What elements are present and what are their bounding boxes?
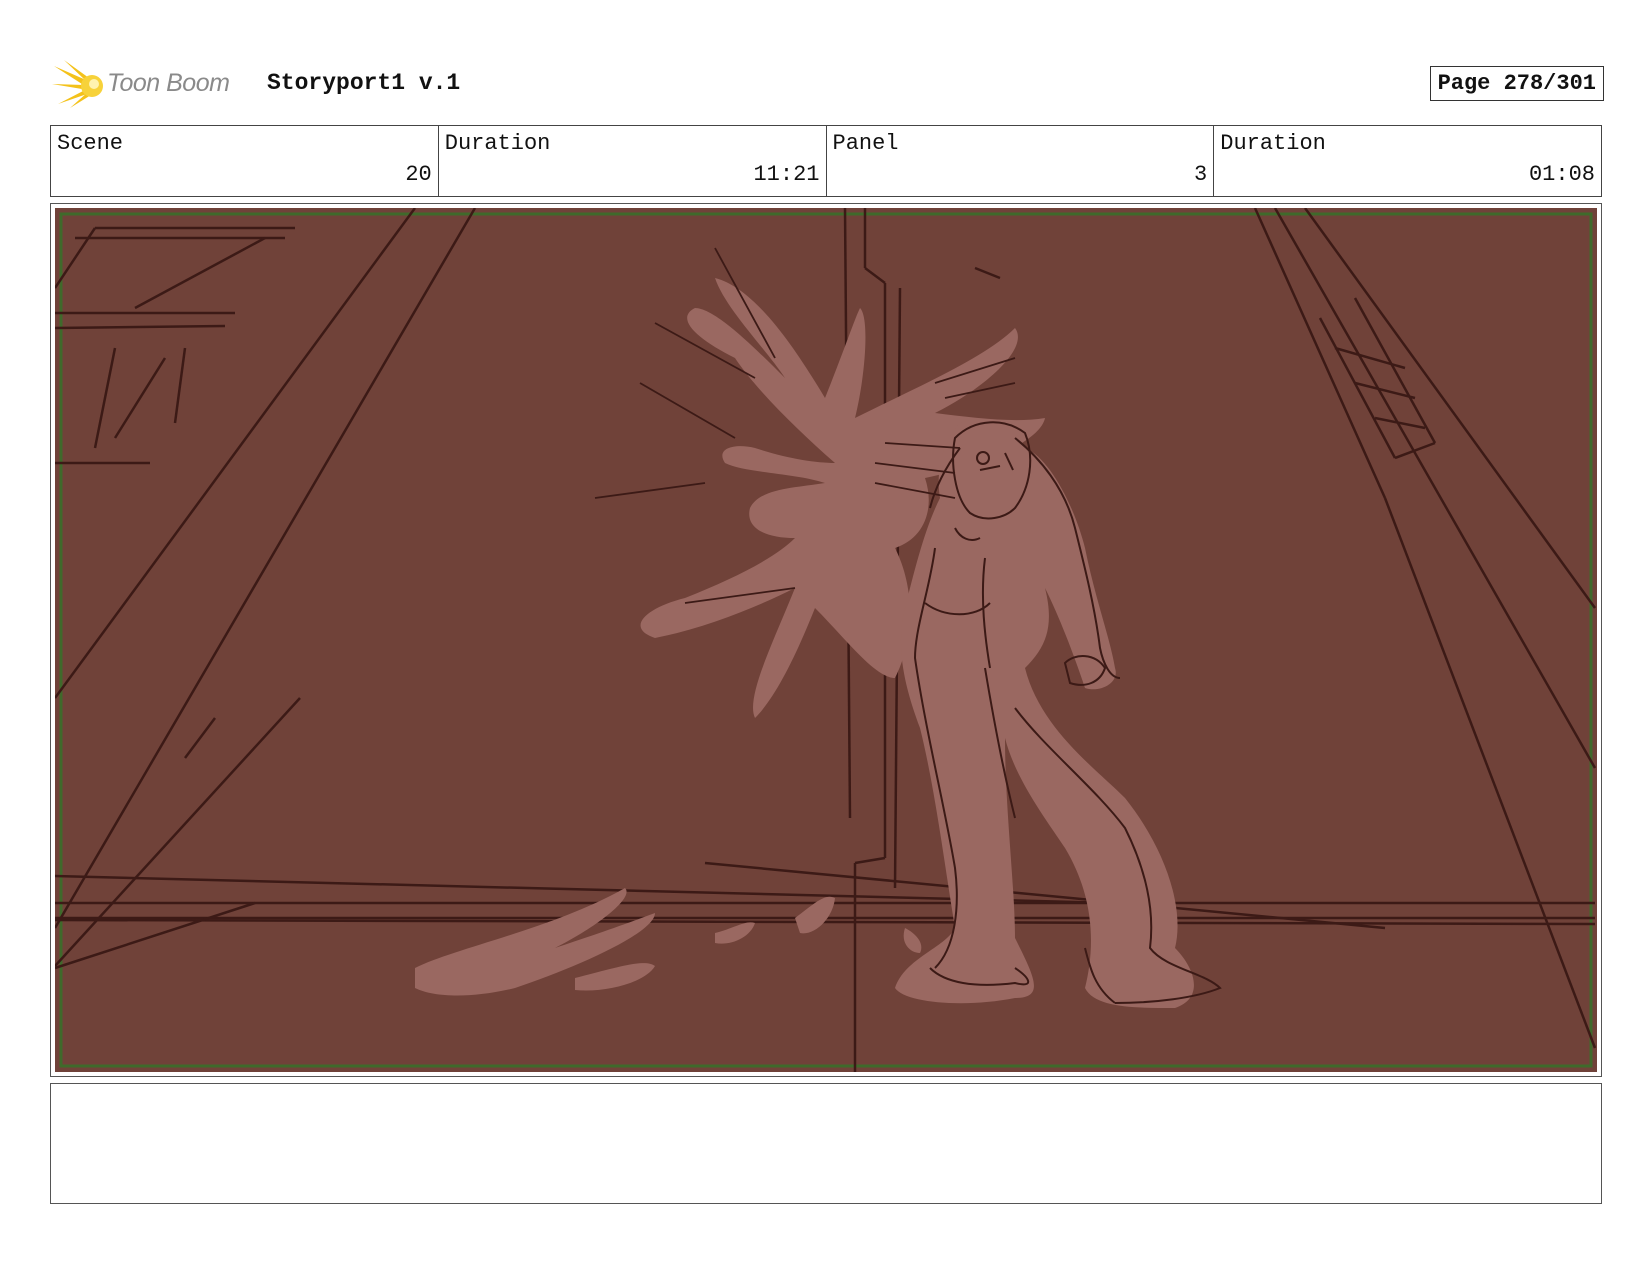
scene-duration-cell: Duration 11:21 bbox=[439, 126, 827, 196]
panel-cell: Panel 3 bbox=[827, 126, 1215, 196]
panel-value: 3 bbox=[1194, 162, 1208, 187]
scene-value: 20 bbox=[405, 162, 432, 187]
storyboard-sketch bbox=[55, 208, 1597, 1072]
panel-notes-box[interactable] bbox=[50, 1083, 1602, 1204]
logo-burst-icon bbox=[52, 60, 103, 108]
scene-duration-value: 11:21 bbox=[753, 162, 820, 187]
storyboard-panel-frame bbox=[50, 203, 1602, 1077]
panel-duration-label: Duration bbox=[1220, 131, 1326, 156]
panel-duration-cell: Duration 01:08 bbox=[1214, 126, 1601, 196]
toon-boom-logo: Toon Boom bbox=[52, 58, 252, 110]
page-header: Toon Boom Storyport1 v.1 Page 278/301 bbox=[52, 56, 1604, 112]
scene-info-row: Scene 20 Duration 11:21 Panel 3 Duration… bbox=[50, 125, 1602, 197]
panel-duration-value: 01:08 bbox=[1528, 162, 1595, 187]
panel-background bbox=[55, 208, 1597, 1072]
panel-label: Panel bbox=[832, 131, 899, 156]
scene-cell: Scene 20 bbox=[51, 126, 439, 196]
scene-label: Scene bbox=[57, 131, 124, 156]
logo-text: Toon Boom bbox=[107, 69, 230, 97]
app-title: Storyport1 v.1 bbox=[267, 70, 461, 96]
scene-duration-label: Duration bbox=[444, 131, 551, 156]
page-number: Page 278/301 bbox=[1429, 66, 1604, 101]
